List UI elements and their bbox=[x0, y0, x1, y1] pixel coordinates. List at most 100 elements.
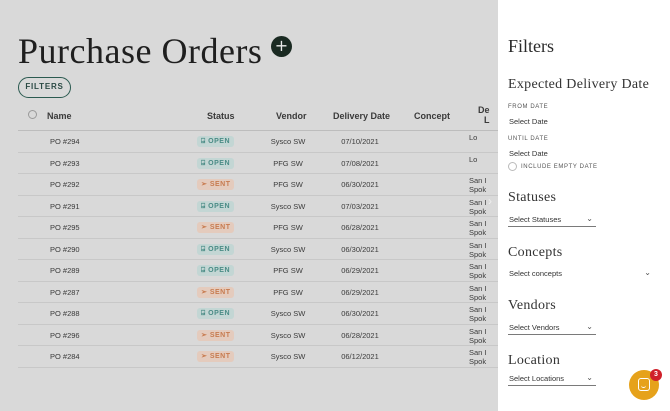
vendor-cell: Sysco SW bbox=[270, 201, 306, 211]
po-name[interactable]: PO #284 bbox=[50, 352, 80, 361]
table-row[interactable]: PO #291 ⍈ OPEN Sysco SW 07/03/2021 San I Spok bbox=[18, 196, 498, 217]
select-all-checkbox[interactable] bbox=[28, 110, 37, 119]
chevron-right-icon[interactable]: › bbox=[488, 194, 492, 208]
vendor-cell: PFG SW bbox=[273, 158, 303, 168]
chat-icon bbox=[638, 378, 650, 391]
table-row[interactable]: PO #288 ⍈ OPEN Sysco SW 06/30/2021 San I Spok bbox=[18, 303, 498, 325]
location-line: San I bbox=[469, 176, 487, 185]
status-cell: ⍈ OPEN bbox=[197, 243, 234, 255]
status-label: OPEN bbox=[208, 202, 230, 210]
status-label: OPEN bbox=[208, 310, 230, 317]
status-cell: ➢ SENT bbox=[197, 286, 235, 298]
po-name[interactable]: PO #288 bbox=[50, 309, 80, 318]
table-body: PO #294 ⍈ OPEN Sysco SW 07/10/2021 Lo PO #293… bbox=[18, 131, 498, 368]
vendor-cell: Sysco SW bbox=[270, 309, 306, 318]
table-row[interactable]: PO #284 ➢ SENT Sysco SW 06/12/2021 San I Spok bbox=[18, 346, 498, 368]
locations-select[interactable]: Select Locations ⌄ bbox=[508, 373, 596, 386]
status-badge: ⍈ OPEN bbox=[197, 308, 234, 319]
vendor-cell: Sysco SW bbox=[270, 330, 306, 340]
vendors-select[interactable]: Select Vendors ⌄ bbox=[508, 322, 596, 335]
page-title: Purchase Orders bbox=[18, 31, 263, 71]
po-name[interactable]: PO #290 bbox=[50, 245, 80, 254]
location-cell: Lo bbox=[469, 133, 477, 142]
location-line: Spok bbox=[469, 249, 487, 259]
location-line: San I bbox=[469, 240, 487, 250]
table-row[interactable]: PO #287 ➢ SENT PFG SW 06/29/2021 San I Spok bbox=[18, 282, 498, 303]
status-badge: ⍈ OPEN bbox=[197, 265, 234, 276]
until-date-input[interactable]: Select Date bbox=[509, 149, 548, 158]
table-row[interactable]: PO #290 ⍈ OPEN Sysco SW 06/30/2021 San I Spok bbox=[18, 239, 498, 260]
location-title: Location bbox=[508, 353, 561, 368]
vendor-cell: PFG SW bbox=[273, 287, 303, 297]
chevron-down-icon: ⌄ bbox=[586, 214, 593, 223]
include-empty-date-checkbox[interactable] bbox=[508, 162, 517, 171]
po-name[interactable]: PO #287 bbox=[50, 288, 80, 297]
location-line: San I bbox=[469, 348, 487, 357]
header-concept[interactable]: Concept bbox=[414, 111, 450, 121]
delivery-date-cell: 06/12/2021 bbox=[341, 352, 379, 361]
status-label: SENT bbox=[209, 353, 231, 360]
header-delivery-date[interactable]: Delivery Date bbox=[333, 111, 390, 121]
location-line: Spok bbox=[469, 335, 487, 345]
vendor-cell: Sysco SW bbox=[270, 244, 306, 254]
status-cell: ➢ SENT bbox=[197, 179, 235, 190]
table-row[interactable]: PO #289 ⍈ OPEN PFG SW 06/29/2021 San I Spok bbox=[18, 260, 498, 282]
status-label: SENT bbox=[209, 224, 231, 231]
delivery-date-cell: 07/03/2021 bbox=[341, 201, 379, 211]
po-name[interactable]: PO #296 bbox=[50, 331, 80, 340]
po-name[interactable]: PO #291 bbox=[50, 202, 80, 211]
table-row[interactable]: PO #296 ➢ SENT Sysco SW 06/28/2021 San I Spok bbox=[18, 325, 498, 346]
table-row[interactable]: PO #294 ⍈ OPEN Sysco SW 07/10/2021 Lo bbox=[18, 131, 498, 153]
delivery-date-cell: 06/28/2021 bbox=[341, 223, 379, 232]
vendor-cell: Sysco SW bbox=[270, 352, 306, 361]
location-cell: San I Spok bbox=[469, 284, 487, 302]
table-row[interactable]: PO #295 ➢ SENT PFG SW 06/28/2021 San I Spok bbox=[18, 217, 498, 239]
delivery-date-cell: 06/30/2021 bbox=[341, 309, 379, 318]
location-cell: San I Spok bbox=[469, 241, 487, 259]
status-badge: ⍈ OPEN bbox=[197, 136, 234, 147]
po-name[interactable]: PO #289 bbox=[50, 266, 80, 275]
from-date-input[interactable]: Select Date bbox=[509, 117, 548, 126]
po-name[interactable]: PO #294 bbox=[50, 137, 80, 146]
header-name[interactable]: Name bbox=[47, 111, 72, 121]
vendors-select-value: Select Vendors bbox=[509, 323, 560, 332]
vendor-cell: PFG SW bbox=[273, 266, 303, 275]
delivery-date-cell: 06/30/2021 bbox=[341, 244, 379, 254]
add-purchase-order-button[interactable]: + bbox=[271, 36, 292, 57]
concepts-select[interactable]: Select concepts ⌄ bbox=[508, 268, 654, 281]
status-label: OPEN bbox=[208, 267, 230, 274]
location-line: San I bbox=[469, 197, 487, 207]
table-row[interactable]: PO #292 ➢ SENT PFG SW 06/30/2021 San I Spok bbox=[18, 174, 498, 196]
status-cell: ⍈ OPEN bbox=[197, 157, 234, 169]
header-location-top[interactable]: De bbox=[478, 105, 490, 115]
vendors-title: Vendors bbox=[508, 298, 556, 313]
header-vendor[interactable]: Vendor bbox=[276, 111, 307, 121]
filters-drawer: Filters Expected Delivery Date FROM DATE… bbox=[498, 0, 670, 411]
location-line: San I bbox=[469, 283, 487, 293]
header-location-bottom[interactable]: L bbox=[484, 115, 490, 125]
status-label: OPEN bbox=[208, 159, 230, 167]
location-line: Lo bbox=[469, 154, 478, 164]
concepts-title: Concepts bbox=[508, 245, 563, 260]
table-row[interactable]: PO #293 ⍈ OPEN PFG SW 07/08/2021 Lo bbox=[18, 153, 498, 174]
header-status[interactable]: Status bbox=[207, 111, 235, 121]
po-name[interactable]: PO #295 bbox=[50, 223, 80, 232]
po-name[interactable]: PO #293 bbox=[50, 159, 80, 168]
status-label: SENT bbox=[209, 181, 231, 188]
filters-button[interactable]: FILTERS bbox=[18, 77, 71, 98]
locations-select-value: Select Locations bbox=[509, 374, 565, 383]
status-badge: ⍈ OPEN bbox=[197, 243, 234, 255]
delivery-date-cell: 06/30/2021 bbox=[341, 180, 379, 189]
include-empty-date-option[interactable]: INCLUDE EMPTY DATE bbox=[508, 162, 598, 171]
status-cell: ⍈ OPEN bbox=[197, 200, 234, 212]
location-line: San I bbox=[469, 219, 487, 228]
po-name[interactable]: PO #292 bbox=[50, 180, 80, 189]
location-cell: San I Spok bbox=[469, 305, 487, 323]
status-label: OPEN bbox=[208, 245, 230, 253]
status-cell: ➢ SENT bbox=[197, 222, 235, 233]
chevron-down-icon: ⌄ bbox=[644, 268, 651, 277]
table-header: Name Status Vendor Delivery Date Concept… bbox=[18, 104, 498, 131]
vendor-cell: PFG SW bbox=[273, 223, 303, 232]
statuses-select[interactable]: Select Statuses ⌄ bbox=[508, 214, 596, 227]
location-cell: San I Spok bbox=[469, 198, 487, 216]
